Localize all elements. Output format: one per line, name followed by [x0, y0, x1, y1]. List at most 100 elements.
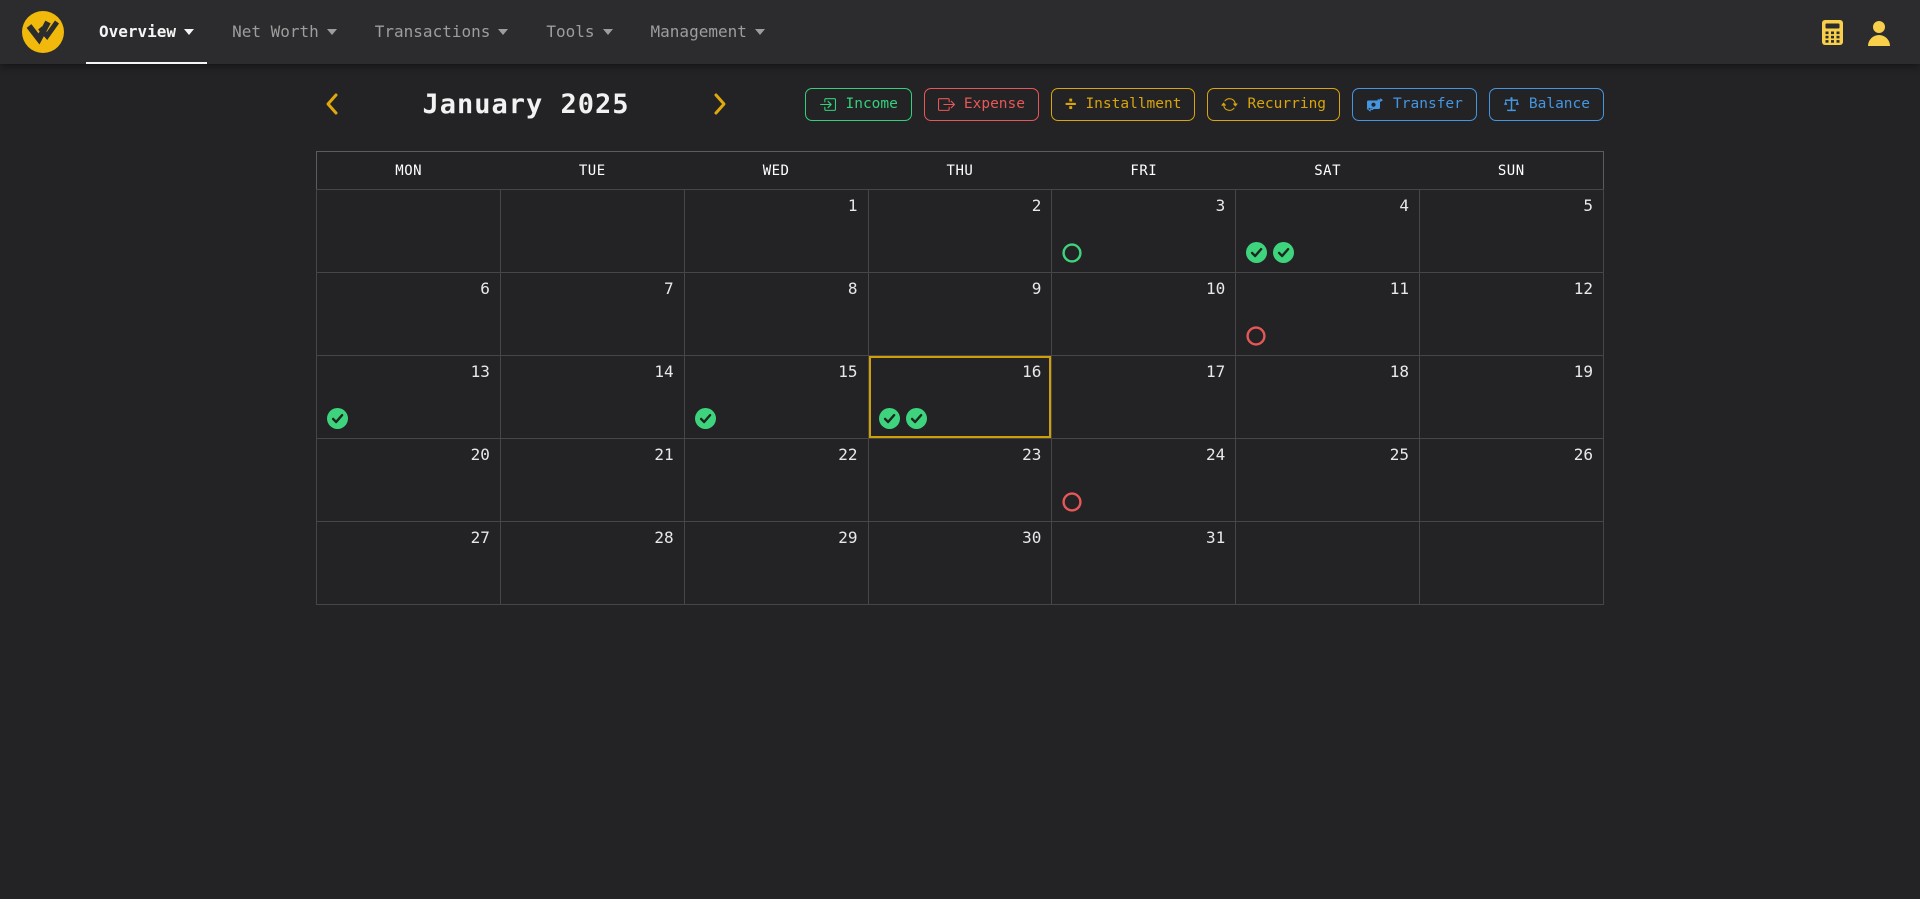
repeat-icon — [1221, 96, 1238, 113]
legend-recurring-button[interactable]: Recurring — [1207, 88, 1340, 121]
legend-label: Installment — [1085, 96, 1181, 112]
legend-label: Balance — [1529, 96, 1590, 112]
calendar-header: January 2025 Income Expense — [316, 84, 1604, 124]
transaction-markers — [879, 408, 927, 429]
day-cell-19[interactable]: 19 — [1420, 356, 1604, 439]
day-cell-18[interactable]: 18 — [1236, 356, 1420, 439]
day-cell-1[interactable]: 1 — [684, 190, 868, 273]
balance-scale-icon — [1503, 96, 1520, 113]
day-cell-23[interactable]: 23 — [868, 439, 1052, 522]
nav-item-label: Transactions — [375, 22, 491, 41]
calendar-page: January 2025 Income Expense — [316, 64, 1604, 605]
chevron-down-icon — [327, 29, 337, 35]
weekday-header: SUN — [1420, 152, 1604, 190]
legend-transfer-button[interactable]: Transfer — [1352, 88, 1477, 121]
next-month-button[interactable] — [704, 88, 736, 120]
day-cell-5[interactable]: 5 — [1420, 190, 1604, 273]
day-cell-30[interactable]: 30 — [868, 522, 1052, 605]
user-icon — [1866, 19, 1892, 46]
day-cell-22[interactable]: 22 — [684, 439, 868, 522]
day-number: 12 — [1574, 279, 1593, 298]
legend-income-button[interactable]: Income — [805, 88, 911, 121]
profile-button[interactable] — [1866, 19, 1892, 46]
nav-item-overview[interactable]: Overview — [86, 0, 207, 64]
nav-item-label: Tools — [546, 22, 594, 41]
day-number: 30 — [1022, 528, 1041, 547]
day-cell-12[interactable]: 12 — [1420, 273, 1604, 356]
day-number: 31 — [1206, 528, 1225, 547]
day-number: 29 — [838, 528, 857, 547]
completed-transaction-icon — [879, 408, 900, 429]
day-cell-10[interactable]: 10 — [1052, 273, 1236, 356]
day-cell-15[interactable]: 15 — [684, 356, 868, 439]
chevron-right-icon — [712, 92, 728, 116]
day-cell-25[interactable]: 25 — [1236, 439, 1420, 522]
chevron-left-icon — [324, 92, 340, 116]
day-cell-21[interactable]: 21 — [500, 439, 684, 522]
calendar-week-row: 13 14 15 16 17 18 19 — [317, 356, 1604, 439]
legend-balance-button[interactable]: Balance — [1489, 88, 1604, 121]
completed-transaction-icon — [906, 408, 927, 429]
day-number: 19 — [1574, 362, 1593, 381]
day-number: 24 — [1206, 445, 1225, 464]
day-cell-empty[interactable] — [1420, 522, 1604, 605]
completed-transaction-icon — [327, 408, 348, 429]
day-cell-3[interactable]: 3 — [1052, 190, 1236, 273]
weekday-header: THU — [868, 152, 1052, 190]
day-cell-14[interactable]: 14 — [500, 356, 684, 439]
day-cell-27[interactable]: 27 — [317, 522, 501, 605]
legend-buttons: Income Expense ÷ Installment Recurring — [805, 88, 1604, 121]
calendar-week-row: 67891011 12 — [317, 273, 1604, 356]
day-number: 15 — [838, 362, 857, 381]
day-number: 27 — [471, 528, 490, 547]
logo-icon — [20, 9, 66, 55]
completed-transaction-icon — [1246, 242, 1267, 263]
day-number: 18 — [1390, 362, 1409, 381]
app-logo[interactable] — [20, 9, 66, 55]
day-cell-11[interactable]: 11 — [1236, 273, 1420, 356]
nav-item-net-worth[interactable]: Net Worth — [219, 0, 350, 64]
day-cell-13[interactable]: 13 — [317, 356, 501, 439]
day-number: 16 — [1022, 362, 1041, 381]
day-cell-26[interactable]: 26 — [1420, 439, 1604, 522]
transaction-markers — [1062, 492, 1082, 512]
day-cell-6[interactable]: 6 — [317, 273, 501, 356]
day-cell-29[interactable]: 29 — [684, 522, 868, 605]
weekday-header: MON — [317, 152, 501, 190]
pending-income-icon — [1062, 243, 1082, 263]
day-number: 13 — [471, 362, 490, 381]
day-cell-31[interactable]: 31 — [1052, 522, 1236, 605]
day-cell-empty[interactable] — [500, 190, 684, 273]
weekday-header: TUE — [500, 152, 684, 190]
prev-month-button[interactable] — [316, 88, 348, 120]
day-number: 26 — [1574, 445, 1593, 464]
weekday-header-row: MON TUE WED THU FRI SAT SUN — [317, 152, 1604, 190]
nav-item-label: Net Worth — [232, 22, 319, 41]
day-cell-7[interactable]: 7 — [500, 273, 684, 356]
day-cell-9[interactable]: 9 — [868, 273, 1052, 356]
day-cell-2[interactable]: 2 — [868, 190, 1052, 273]
nav-item-management[interactable]: Management — [638, 0, 778, 64]
legend-expense-button[interactable]: Expense — [924, 88, 1039, 121]
legend-label: Expense — [964, 96, 1025, 112]
day-number: 2 — [1032, 196, 1042, 215]
day-cell-empty[interactable] — [1236, 522, 1420, 605]
day-number: 22 — [838, 445, 857, 464]
calendar-week-row: 27 28 29 30 31 — [317, 522, 1604, 605]
day-number: 3 — [1216, 196, 1226, 215]
legend-installment-button[interactable]: ÷ Installment — [1051, 88, 1195, 121]
day-cell-8[interactable]: 8 — [684, 273, 868, 356]
top-navbar: Overview Net Worth Transactions Tools Ma… — [0, 0, 1920, 64]
day-cell-24[interactable]: 24 — [1052, 439, 1236, 522]
calculator-button[interactable] — [1821, 19, 1844, 46]
month-navigation: January 2025 — [316, 88, 736, 120]
day-cell-empty[interactable] — [317, 190, 501, 273]
day-cell-16[interactable]: 16 — [868, 356, 1052, 439]
day-cell-17[interactable]: 17 — [1052, 356, 1236, 439]
nav-item-transactions[interactable]: Transactions — [362, 0, 522, 64]
day-cell-28[interactable]: 28 — [500, 522, 684, 605]
day-cell-4[interactable]: 4 — [1236, 190, 1420, 273]
nav-item-label: Management — [651, 22, 747, 41]
nav-item-tools[interactable]: Tools — [533, 0, 625, 64]
day-cell-20[interactable]: 20 — [317, 439, 501, 522]
